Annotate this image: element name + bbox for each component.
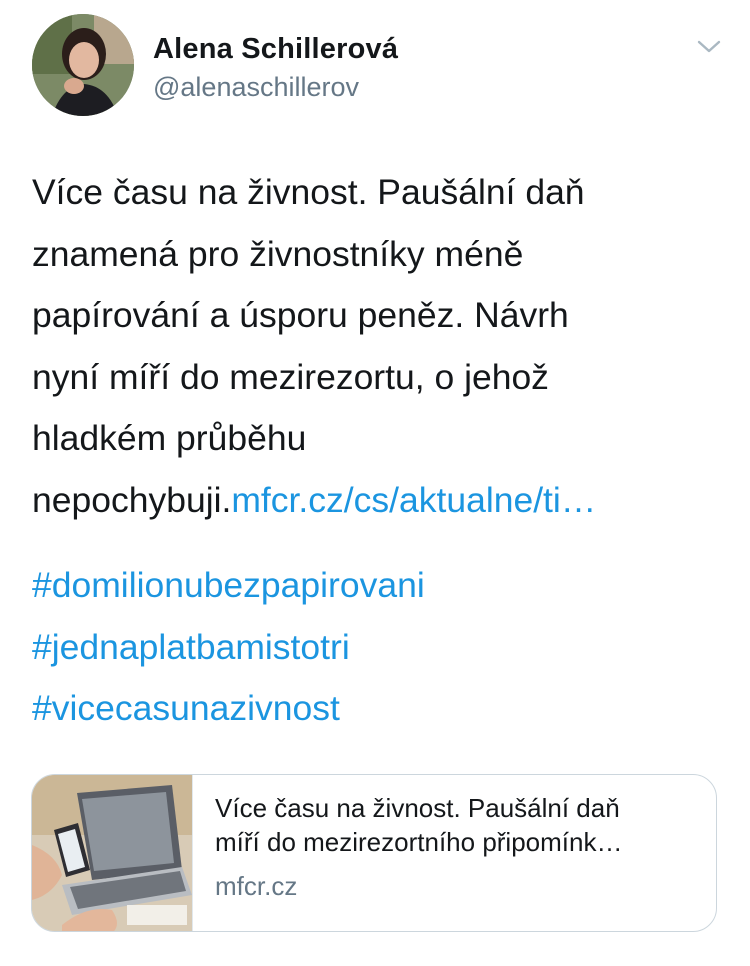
tweet-link[interactable]: mfcr.cz/cs/aktualne/ti… <box>231 480 596 520</box>
tweet-text-line: papírování a úsporu peněz. Návrh <box>32 295 569 335</box>
link-preview-card[interactable]: Více času na živnost. Paušální daň míří … <box>31 774 717 932</box>
card-domain: mfcr.cz <box>215 871 298 901</box>
tweet: Alena Schillerová @alenaschillerov Více … <box>0 0 750 966</box>
card-text: Více času na živnost. Paušální daň míří … <box>215 791 705 903</box>
tweet-text-fragment: nepochybuji. <box>32 479 232 520</box>
author-names: Alena Schillerová @alenaschillerov <box>153 32 398 104</box>
user-handle[interactable]: @alenaschillerov <box>153 70 398 104</box>
display-name[interactable]: Alena Schillerová <box>153 32 398 66</box>
hashtag-link[interactable]: #vicecasunazivnost <box>32 678 425 740</box>
profile-photo-icon <box>32 14 134 116</box>
tweet-text: Více času na živnost. Paušální daň zname… <box>32 162 722 531</box>
tweet-header: Alena Schillerová @alenaschillerov <box>32 14 732 124</box>
tweet-text-line: Více času na živnost. Paušální daň <box>32 172 585 212</box>
tweet-text-line: hladkém průběhu <box>32 418 307 458</box>
tweet-text-line: znamená pro živnostníky méně <box>32 233 524 274</box>
laptop-phone-photo-icon <box>32 775 192 931</box>
hashtag-link[interactable]: #domilionubezpapirovani <box>32 555 425 617</box>
chevron-down-icon[interactable] <box>696 38 722 56</box>
tweet-text-line: nyní míří do mezirezortu, o jehož <box>32 356 549 397</box>
hashtag-link[interactable]: #jednaplatbamistotri <box>32 617 425 679</box>
card-thumbnail <box>32 775 193 931</box>
hashtag-list: #domilionubezpapirovani #jednaplatbamist… <box>32 555 425 740</box>
avatar[interactable] <box>32 14 134 116</box>
card-title: Více času na živnost. Paušální daň míří … <box>215 793 623 857</box>
tweet-text-line-last: nepochybuji.mfcr.cz/cs/aktualne/ti… <box>32 470 722 532</box>
